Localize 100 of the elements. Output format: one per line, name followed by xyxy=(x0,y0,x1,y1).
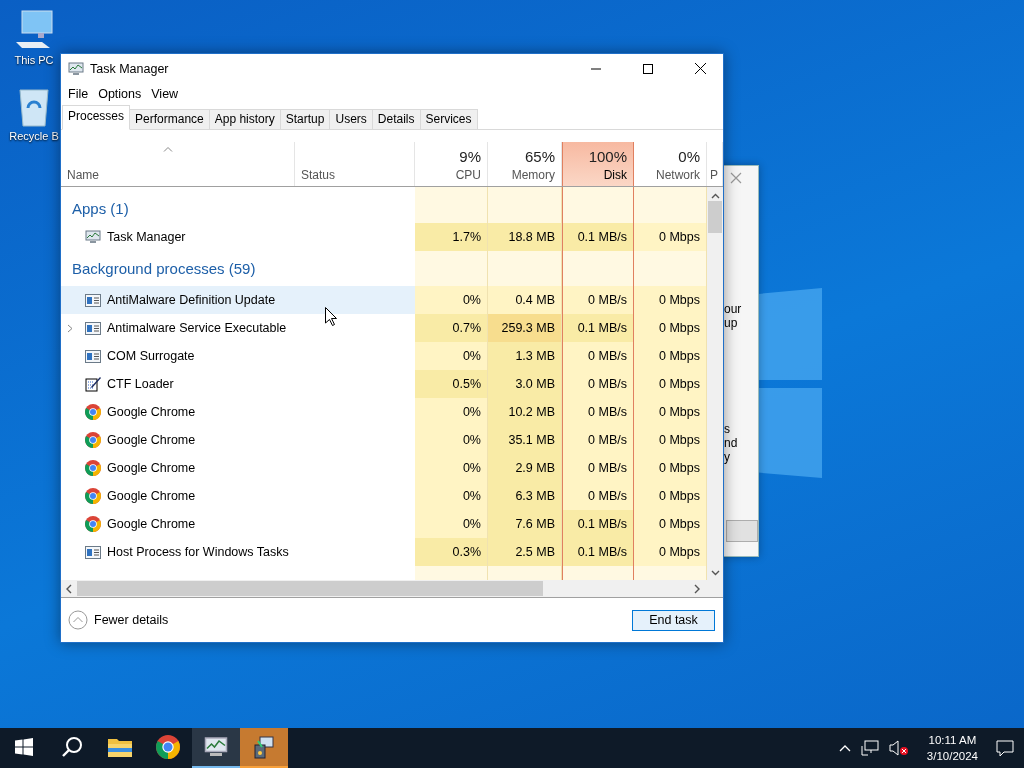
group-heading: Apps (1) xyxy=(71,199,129,217)
column-title: Name xyxy=(67,168,99,182)
table-cell: 0.3% xyxy=(415,538,488,566)
table-cell: 0 MB/s xyxy=(562,398,634,426)
scroll-up-icon[interactable] xyxy=(710,193,720,199)
menu-item[interactable]: Options xyxy=(93,87,147,101)
process-row[interactable]: Antimalware Service Executable 0.7% 259.3 MB 0.1 MB/s 0 Mbps xyxy=(61,314,707,342)
table-cell: 35.1 MB xyxy=(488,426,562,454)
expand-chevron-icon[interactable] xyxy=(67,323,73,333)
menu-item[interactable]: File xyxy=(63,87,94,101)
table-cell: 0 Mbps xyxy=(634,426,707,454)
muted-speaker-icon[interactable] xyxy=(888,740,909,756)
installer-icon xyxy=(252,735,276,759)
process-row[interactable]: Google Chrome 0% 10.2 MB 0 MB/s 0 Mbps xyxy=(61,398,707,426)
process-row[interactable]: Google Chrome 0% 2.9 MB 0 MB/s 0 Mbps xyxy=(61,454,707,482)
maximize-icon xyxy=(643,63,653,74)
process-name: Google Chrome xyxy=(107,489,196,503)
column-title: CPU xyxy=(455,168,481,182)
table-cell: 0.1 MB/s xyxy=(562,510,634,538)
table-cell: 18.8 MB xyxy=(488,223,562,251)
process-name: Host Process for Windows Tasks xyxy=(107,545,289,559)
table-cell: 0 Mbps xyxy=(634,223,707,251)
network-icon[interactable] xyxy=(860,740,879,756)
table-cell: 0 MB/s xyxy=(562,426,634,454)
search-icon xyxy=(61,736,83,758)
process-row[interactable]: COM Surrogate 0% 1.3 MB 0 MB/s 0 Mbps xyxy=(61,342,707,370)
table-cell: 0% xyxy=(415,342,488,370)
chevron-up-icon[interactable] xyxy=(838,744,851,752)
table-cell: 3.0 MB xyxy=(488,370,562,398)
table-cell: 7.6 MB xyxy=(488,510,562,538)
chrome-icon xyxy=(85,404,101,420)
taskbar-button[interactable] xyxy=(192,728,240,768)
column-title: Network xyxy=(656,168,700,182)
window-icon xyxy=(85,293,101,307)
scroll-thumb[interactable] xyxy=(708,201,722,233)
horizontal-scrollbar[interactable] xyxy=(61,580,723,598)
tab[interactable]: Performance xyxy=(129,109,210,129)
table-cell: 0 Mbps xyxy=(634,482,707,510)
end-task-button[interactable]: End task xyxy=(632,609,715,631)
tab[interactable]: Services xyxy=(419,109,478,129)
process-row[interactable]: Task Manager 1.7% 18.8 MB 0.1 MB/s 0 Mbps xyxy=(61,223,707,251)
notification-icon[interactable] xyxy=(996,739,1014,757)
table-cell: 0 MB/s xyxy=(562,370,634,398)
process-row[interactable]: Google Chrome 0% 6.3 MB 0 MB/s 0 Mbps xyxy=(61,482,707,510)
usage-percent: 9% xyxy=(459,148,481,165)
chrome-icon xyxy=(85,460,101,476)
column-header[interactable]: Name xyxy=(61,142,295,186)
taskbar-button[interactable] xyxy=(240,728,288,768)
window-icon xyxy=(85,321,101,335)
table-cell: 0 MB/s xyxy=(562,454,634,482)
table-cell: 0% xyxy=(415,286,488,314)
close-icon xyxy=(694,63,706,74)
mouse-cursor-icon xyxy=(325,307,337,326)
menu-item[interactable]: View xyxy=(146,87,184,101)
tab[interactable]: Startup xyxy=(279,109,331,129)
table-cell: 0.1 MB/s xyxy=(562,314,634,342)
desktop-icon-label[interactable]: This PC xyxy=(14,54,54,66)
table-cell: 6.3 MB xyxy=(488,482,562,510)
column-header[interactable]: 100% Disk xyxy=(562,142,634,186)
table-cell: 0 Mbps xyxy=(634,314,707,342)
clock-time: 10:11 AM xyxy=(928,733,977,748)
table-cell: 0% xyxy=(415,398,488,426)
process-row[interactable]: CTF Loader 0.5% 3.0 MB 0 MB/s 0 Mbps xyxy=(61,370,707,398)
desktop-icon-label[interactable]: Recycle B xyxy=(9,130,59,142)
table-cell: 0.4 MB xyxy=(488,286,562,314)
table-cell: 0 Mbps xyxy=(634,370,707,398)
dialog-text: up xyxy=(724,316,739,330)
process-name: Task Manager xyxy=(107,230,186,244)
tab[interactable]: Processes xyxy=(62,105,131,130)
table-cell: 2.9 MB xyxy=(488,454,562,482)
tab[interactable]: Users xyxy=(329,109,373,129)
vertical-scrollbar[interactable] xyxy=(707,187,723,580)
table-cell: 0 MB/s xyxy=(562,342,634,370)
dialog-text: s xyxy=(724,422,731,436)
process-row[interactable]: Google Chrome 0% 35.1 MB 0 MB/s 0 Mbps xyxy=(61,426,707,454)
dialog-text: our xyxy=(724,302,743,316)
table-cell: 1.7% xyxy=(415,223,488,251)
process-row[interactable]: Host Process for Windows Tasks 0.3% 2.5 MB 0.1 MB/s 0 Mbps xyxy=(61,538,707,566)
monitor-icon xyxy=(85,230,101,244)
table-cell: 0 MB/s xyxy=(562,482,634,510)
table-cell: 0.5% xyxy=(415,370,488,398)
table-cell: 0% xyxy=(415,482,488,510)
scroll-down-icon[interactable] xyxy=(710,570,720,576)
tab[interactable]: Details xyxy=(371,109,421,129)
dialog-text: y xyxy=(724,450,731,464)
table-cell: 0% xyxy=(415,426,488,454)
table-cell: 0 Mbps xyxy=(634,286,707,314)
process-name: CTF Loader xyxy=(107,377,174,391)
process-row[interactable]: Google Chrome 0% 7.6 MB 0.1 MB/s 0 Mbps xyxy=(61,510,707,538)
scroll-thumb[interactable] xyxy=(77,581,543,596)
table-cell: 259.3 MB xyxy=(488,314,562,342)
close-icon[interactable] xyxy=(730,172,742,184)
column-title: Status xyxy=(301,168,336,182)
table-cell: 0 Mbps xyxy=(634,510,707,538)
chevron-up-circle-icon xyxy=(68,610,88,630)
table-cell: 0 Mbps xyxy=(634,454,707,482)
table-cell: 0 Mbps xyxy=(634,538,707,566)
tab[interactable]: App history xyxy=(208,109,281,129)
fewer-details-button[interactable]: Fewer details xyxy=(68,610,169,630)
table-cell: 0 Mbps xyxy=(634,342,707,370)
